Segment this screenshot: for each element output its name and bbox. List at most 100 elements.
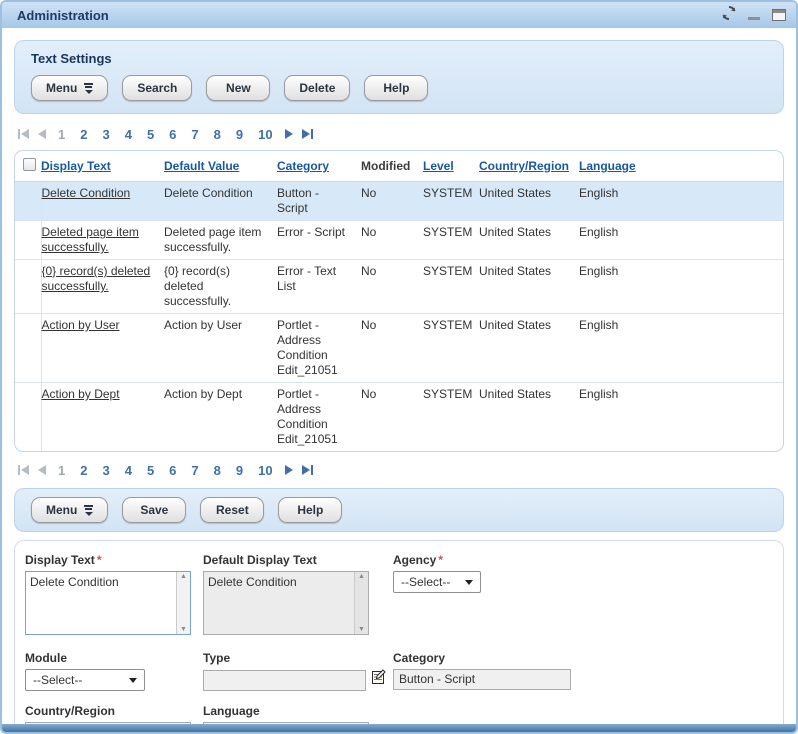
display-text-label: Display Text* <box>25 553 203 567</box>
scroll-down-icon[interactable]: ▼ <box>180 626 187 633</box>
help-button[interactable]: Help <box>364 75 428 101</box>
cell-category: Button - Script <box>277 182 361 221</box>
sort-level[interactable]: Level <box>423 159 454 173</box>
default-display-text-label: Default Display Text <box>203 553 393 567</box>
module-select[interactable]: --Select-- <box>25 669 145 691</box>
page-number[interactable]: 2 <box>77 127 90 142</box>
page-number[interactable]: 1 <box>55 463 68 478</box>
new-button[interactable]: New <box>206 75 270 101</box>
row-display-text-link[interactable]: Delete Condition <box>42 186 131 200</box>
table-row[interactable]: Delete Condition Delete Condition Button… <box>15 182 783 221</box>
cell-country: United States <box>479 260 579 314</box>
page-number[interactable]: 5 <box>144 463 157 478</box>
cell-default-value: Delete Condition <box>164 182 277 221</box>
page-number[interactable]: 10 <box>255 463 275 478</box>
last-page-icon[interactable] <box>302 465 313 475</box>
page-number[interactable]: 4 <box>122 463 135 478</box>
cell-level: SYSTEM <box>423 260 479 314</box>
sort-default-value[interactable]: Default Value <box>164 159 239 173</box>
page-number[interactable]: 7 <box>188 127 201 142</box>
last-page-icon[interactable] <box>302 129 313 139</box>
administration-window: Administration Text Settings Menu Search… <box>0 0 798 734</box>
row-display-text-link[interactable]: {0} record(s) deleted successfully. <box>42 264 151 293</box>
menu-button[interactable]: Menu <box>31 75 108 101</box>
row-display-text-link[interactable]: Action by User <box>42 318 120 332</box>
chevron-down-icon <box>465 580 473 585</box>
cell-country: United States <box>479 314 579 383</box>
page-number[interactable]: 3 <box>99 127 112 142</box>
chevron-down-icon <box>129 678 137 683</box>
prev-page-icon[interactable] <box>38 129 46 139</box>
list-toolbar: Menu Search New Delete Help <box>31 75 767 101</box>
category-label: Category <box>393 651 593 665</box>
sort-country-region[interactable]: Country/Region <box>479 159 569 173</box>
next-page-icon[interactable] <box>285 129 293 139</box>
cell-modified: No <box>361 221 423 260</box>
form-help-button[interactable]: Help <box>278 497 342 523</box>
table-row[interactable]: Action by Dept Action by Dept Portlet - … <box>15 383 783 452</box>
page-number[interactable]: 6 <box>166 463 179 478</box>
default-display-text-textarea: Delete Condition ▲▼ <box>203 571 369 635</box>
cell-modified: No <box>361 314 423 383</box>
page-number[interactable]: 3 <box>99 463 112 478</box>
sort-language[interactable]: Language <box>579 159 636 173</box>
page-number[interactable]: 1 <box>55 127 68 142</box>
page-number[interactable]: 4 <box>122 127 135 142</box>
sort-display-text[interactable]: Display Text <box>41 159 111 173</box>
row-display-text-link[interactable]: Deleted page item successfully. <box>42 225 139 254</box>
scroll-up-icon[interactable]: ▲ <box>180 573 187 580</box>
search-button[interactable]: Search <box>122 75 192 101</box>
window-title: Administration <box>17 8 109 23</box>
maximize-icon[interactable] <box>772 9 786 21</box>
form-menu-button[interactable]: Menu <box>31 497 108 523</box>
cell-default-value: Action by User <box>164 314 277 383</box>
section-title: Text Settings <box>31 51 767 66</box>
country-region-label: Country/Region <box>25 704 203 718</box>
minimize-icon[interactable] <box>748 17 760 20</box>
next-page-icon[interactable] <box>285 465 293 475</box>
page-number[interactable]: 6 <box>166 127 179 142</box>
refresh-icon[interactable] <box>722 6 736 25</box>
title-bar: Administration <box>2 2 796 28</box>
type-lookup-icon[interactable] <box>370 669 386 691</box>
page-number[interactable]: 9 <box>233 127 246 142</box>
page-number[interactable]: 10 <box>255 127 275 142</box>
cell-modified: No <box>361 182 423 221</box>
reset-button[interactable]: Reset <box>200 497 264 523</box>
page-number[interactable]: 5 <box>144 127 157 142</box>
row-display-text-link[interactable]: Action by Dept <box>42 387 120 401</box>
page-number[interactable]: 2 <box>77 463 90 478</box>
table-row[interactable]: {0} record(s) deleted successfully. {0} … <box>15 260 783 314</box>
cell-category: Error - Script <box>277 221 361 260</box>
scrollbar[interactable]: ▲▼ <box>176 572 190 634</box>
type-input[interactable] <box>203 670 366 691</box>
display-text-textarea[interactable]: Delete Condition ▲▼ <box>25 571 191 635</box>
agency-select[interactable]: --Select-- <box>393 571 481 593</box>
page-number[interactable]: 8 <box>211 127 224 142</box>
prev-page-icon[interactable] <box>38 465 46 475</box>
menu-dropdown-icon <box>84 83 93 94</box>
page-number[interactable]: 8 <box>211 463 224 478</box>
table-row[interactable]: Action by User Action by User Portlet - … <box>15 314 783 383</box>
cell-language: English <box>579 182 783 221</box>
first-page-icon[interactable] <box>18 129 29 139</box>
titlebar-icons <box>722 6 786 25</box>
select-all-checkbox[interactable] <box>23 158 36 171</box>
category-input: Button - Script <box>393 669 571 690</box>
scroll-down-icon: ▼ <box>358 626 365 633</box>
cell-level: SYSTEM <box>423 221 479 260</box>
cell-level: SYSTEM <box>423 383 479 452</box>
first-page-icon[interactable] <box>18 465 29 475</box>
page-number[interactable]: 7 <box>188 463 201 478</box>
page-number[interactable]: 9 <box>233 463 246 478</box>
header-modified: Modified <box>361 151 423 182</box>
form-toolbar: Menu Save Reset Help <box>14 488 784 532</box>
delete-button[interactable]: Delete <box>284 75 350 101</box>
form-row-2: Module --Select-- Type <box>25 651 773 691</box>
cell-default-value: {0} record(s) deleted successfully. <box>164 260 277 314</box>
cell-category: Portlet - Address Condition Edit_21051 <box>277 314 361 383</box>
table-row[interactable]: Deleted page item successfully. Deleted … <box>15 221 783 260</box>
save-button[interactable]: Save <box>122 497 186 523</box>
cell-level: SYSTEM <box>423 182 479 221</box>
sort-category[interactable]: Category <box>277 159 329 173</box>
